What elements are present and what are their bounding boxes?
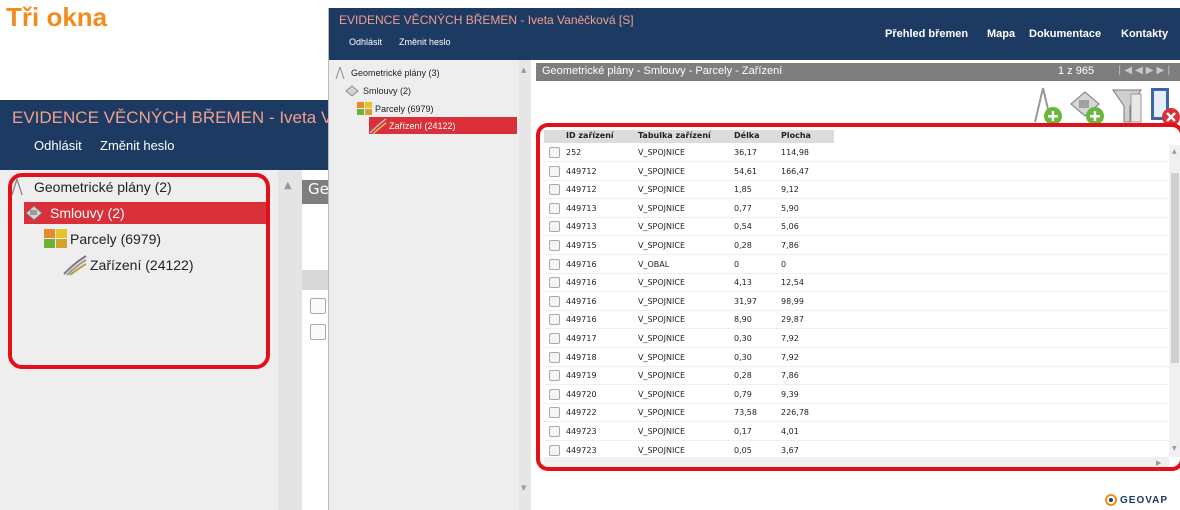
nav-map[interactable]: Mapa [987,28,1015,40]
zoomed-app-title: EVIDENCE VĚCNÝCH BŘEMEN - Iveta Vaně [12,108,330,127]
tree-panel: Geometrické plány (3) Smlouvy (2) Parcel… [329,60,519,510]
pager: |◀◀▶▶| [1118,65,1174,76]
delete-icon[interactable] [1145,84,1180,128]
zoomed-app-header: EVIDENCE VĚCNÝCH BŘEMEN - Iveta Vaně Odh… [0,100,330,170]
nav-contacts[interactable]: Kontakty [1121,28,1168,40]
zoomed-tree-scrollbar[interactable]: ▲ [278,170,302,510]
zoomed-logout-link[interactable]: Odhlásit [34,138,82,153]
scroll-down-icon[interactable]: ▼ [521,484,526,492]
zoomed-breadcrumb-bar: Ge [302,180,330,204]
tree-node-parcels[interactable]: Parcely (6979) [357,100,519,117]
survey-instrument-icon [335,66,345,80]
tree-node-label: Smlouvy (2) [363,85,412,96]
scroll-up-icon[interactable]: ▲ [284,180,292,191]
geovap-logo-text: GEOVAP [1120,494,1169,506]
zoomed-grid-header [302,270,330,290]
contract-stamp-icon [345,84,359,97]
nav-overview[interactable]: Přehled břemen [885,28,968,40]
change-password-link[interactable]: Změnit heslo [399,37,451,47]
tree-node-contracts[interactable]: Smlouvy (2) [345,82,519,99]
breadcrumb: Geometrické plány - Smlouvy - Parcely - … [542,65,783,77]
breadcrumb-bar: Geometrické plány - Smlouvy - Parcely - … [536,63,1180,81]
parcels-icon [357,101,373,116]
slide-title: Tři okna [6,2,108,32]
app-header: EVIDENCE VĚCNÝCH BŘEMEN - Iveta Vaněčkov… [329,8,1180,60]
device-icon [369,117,387,135]
logout-link[interactable]: Odhlásit [349,37,382,47]
page-indicator: 1 z 965 [1058,65,1095,77]
tree-node-label: Parcely (6979) [375,103,434,114]
last-page-icon[interactable]: ▶| [1156,65,1173,76]
zoomed-main-panel: Ge [302,170,330,510]
first-page-icon[interactable]: |◀ [1118,65,1135,76]
add-contract-icon[interactable] [1069,84,1105,128]
zoomed-row-checkbox[interactable] [310,298,326,314]
nav-documentation[interactable]: Dokumentace [1029,28,1101,40]
tree-node-devices[interactable]: Zařízení (24122) [369,117,517,135]
zoomed-row-checkbox[interactable] [310,324,326,340]
geovap-logo: GEOVAP [1105,494,1168,506]
geovap-logo-mark [1105,494,1117,506]
tree-node-label: Zařízení (24122) [389,120,456,131]
slide: Tři okna EVIDENCE VĚCNÝCH BŘEMEN - Iveta… [0,0,1180,510]
highlight-frame-tree [8,173,270,369]
filter-icon[interactable] [1109,84,1145,128]
tree-node-geometric-plans[interactable]: Geometrické plány (3) [335,64,519,81]
zoomed-change-password-link[interactable]: Změnit heslo [100,138,174,153]
app-title: EVIDENCE VĚCNÝCH BŘEMEN - Iveta Vaněčkov… [339,13,634,27]
tree-scrollbar[interactable]: ▲ ▼ [519,60,531,510]
highlight-frame-grid [536,123,1180,471]
scroll-up-icon[interactable]: ▲ [521,66,526,74]
add-survey-icon[interactable] [1029,84,1065,128]
next-page-icon[interactable]: ▶ [1146,65,1157,76]
prev-page-icon[interactable]: ◀ [1135,65,1146,76]
tree-node-label: Geometrické plány (3) [351,67,440,78]
